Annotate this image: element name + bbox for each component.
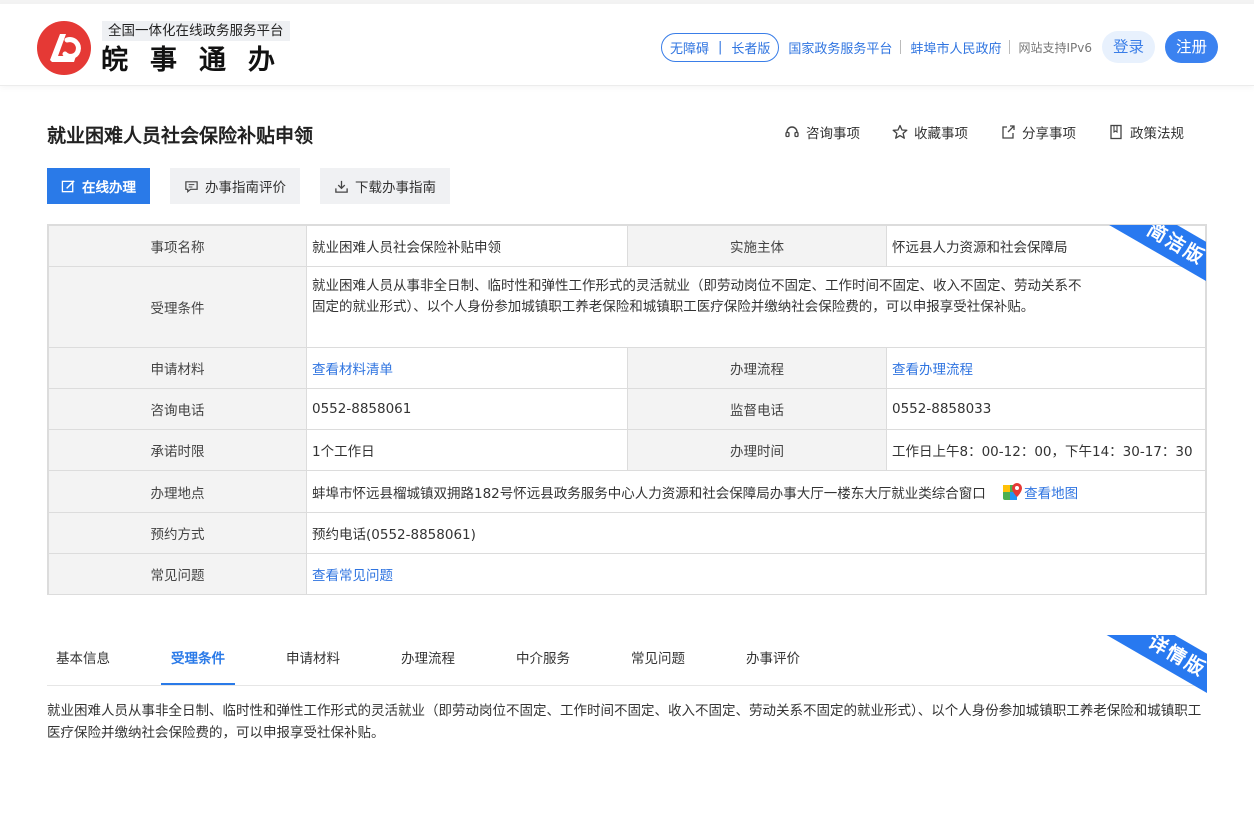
share-icon	[1002, 125, 1015, 139]
site-header: 全国一体化在线政务服务平台 皖事通办 无障碍 | 长者版 国家政务服务平台 蚌埠…	[0, 4, 1254, 86]
concise-ribbon-label: 简洁版	[1086, 225, 1206, 287]
supervise-value: 0552-8858033	[886, 388, 1206, 430]
platform-subtitle: 全国一体化在线政务服务平台	[102, 21, 290, 41]
detail-ribbon-label: 详情版	[1087, 635, 1207, 697]
phone-label: 咨询电话	[48, 388, 307, 430]
materials-link[interactable]: 查看材料清单	[306, 347, 628, 389]
hours-label: 办理时间	[627, 429, 887, 471]
address-label: 办理地点	[48, 470, 307, 513]
table-row: 承诺时限 1个工作日 办理时间 工作日上午8：00-12：00，下午14：30-…	[48, 429, 1206, 471]
tab-materials[interactable]: 申请材料	[286, 640, 340, 685]
table-row: 受理条件 就业困难人员从事非全日制、临时性和弹性工作形式的灵活就业（即劳动岗位不…	[48, 266, 1206, 348]
login-button[interactable]: 登录	[1101, 31, 1155, 63]
item-name-label: 事项名称	[48, 225, 307, 267]
table-row: 办理地点 蚌埠市怀远县榴城镇双拥路182号怀远县政务服务中心人力资源和社会保障局…	[48, 470, 1206, 513]
promise-value: 1个工作日	[306, 429, 628, 471]
detail-tabs: 基本信息 受理条件 申请材料 办理流程 中介服务 常见问题 办事评价 详情版	[47, 635, 1207, 697]
materials-label: 申请材料	[48, 347, 307, 389]
phone-value: 0552-8858061	[306, 388, 628, 430]
tab-faq[interactable]: 常见问题	[631, 640, 685, 685]
address-value: 蚌埠市怀远县榴城镇双拥路182号怀远县政务服务中心人力资源和社会保障局办事大厅一…	[312, 485, 986, 502]
favorite-label: 收藏事项	[914, 126, 968, 142]
tab-conditions[interactable]: 受理条件	[161, 640, 235, 685]
elder-mode-link[interactable]: 长者版	[731, 38, 770, 57]
booking-value: 预约电话(0552-8858061)	[306, 512, 1206, 554]
headset-icon	[785, 126, 799, 138]
table-row: 咨询电话 0552-8858061 监督电话 0552-8858033	[48, 388, 1206, 430]
faq-link[interactable]: 查看常见问题	[306, 553, 1206, 594]
tab-evaluation[interactable]: 办事评价	[746, 640, 800, 685]
concise-ribbon: 简洁版	[1086, 225, 1206, 287]
supervise-label: 监督电话	[627, 388, 887, 430]
download-guide-button[interactable]: 下载办事指南	[320, 168, 450, 204]
process-link[interactable]: 查看办理流程	[886, 347, 1206, 389]
national-platform-link[interactable]: 国家政务服务平台	[788, 38, 892, 57]
divider	[900, 40, 902, 54]
policy-label: 政策法规	[1130, 126, 1184, 142]
star-icon	[892, 124, 908, 139]
header-right: 无障碍 | 长者版 国家政务服务平台 蚌埠市人民政府 网站支持IPv6 登录 注…	[661, 28, 1218, 66]
consult-button[interactable]: 咨询事项	[784, 122, 860, 142]
book-icon	[1110, 124, 1122, 140]
table-row: 事项名称 就业困难人员社会保险补贴申领 实施主体 怀远县人力资源和社会保障局	[48, 225, 1206, 267]
city-government-link[interactable]: 蚌埠市人民政府	[910, 38, 1001, 57]
share-button[interactable]: 分享事项	[1000, 122, 1076, 142]
title-actions: 咨询事项 收藏事项 分享事项 政策法规	[784, 122, 1184, 142]
ipv6-badge: 网站支持IPv6	[1018, 40, 1092, 55]
action-bar: 在线办理 办事指南评价 下载办事指南	[47, 168, 450, 204]
online-apply-button[interactable]: 在线办理	[47, 168, 150, 204]
conditions-label: 受理条件	[48, 266, 307, 348]
tab-basic-info[interactable]: 基本信息	[56, 640, 110, 685]
table-row: 常见问题 查看常见问题	[48, 553, 1206, 594]
tab-process[interactable]: 办理流程	[401, 640, 455, 685]
info-table: 事项名称 就业困难人员社会保险补贴申领 实施主体 怀远县人力资源和社会保障局 受…	[47, 224, 1207, 595]
favorite-button[interactable]: 收藏事项	[892, 122, 968, 142]
authority-label: 实施主体	[627, 225, 887, 267]
address-cell: 蚌埠市怀远县榴城镇双拥路182号怀远县政务服务中心人力资源和社会保障局办事大厅一…	[306, 470, 1206, 513]
view-map-link[interactable]: 查看地图	[1024, 486, 1078, 502]
item-name-value: 就业困难人员社会保险补贴申领	[306, 225, 628, 267]
map-pin-icon[interactable]	[1002, 482, 1024, 502]
barrier-free-link[interactable]: 无障碍	[670, 38, 709, 57]
download-icon	[335, 180, 348, 193]
table-row: 预约方式 预约电话(0552-8858061)	[48, 512, 1206, 554]
consult-label: 咨询事项	[806, 126, 860, 142]
faq-label: 常见问题	[48, 553, 307, 594]
booking-label: 预约方式	[48, 512, 307, 554]
policy-button[interactable]: 政策法规	[1108, 122, 1184, 142]
register-button[interactable]: 注册	[1164, 31, 1218, 63]
divider	[1009, 40, 1011, 54]
share-label: 分享事项	[1022, 126, 1076, 142]
tab-agency[interactable]: 中介服务	[516, 640, 570, 685]
conditions-value: 就业困难人员从事非全日制、临时性和弹性工作形式的灵活就业（即劳动岗位不固定、工作…	[306, 266, 1206, 348]
download-guide-label: 下载办事指南	[355, 180, 436, 196]
comment-icon	[185, 180, 198, 193]
online-apply-label: 在线办理	[82, 180, 136, 196]
accessibility-pill: 无障碍 | 长者版	[661, 32, 780, 62]
brand-name[interactable]: 皖事通办	[101, 44, 297, 78]
promise-label: 承诺时限	[48, 429, 307, 471]
detail-ribbon: 详情版	[1087, 635, 1207, 697]
process-label: 办理流程	[627, 347, 887, 389]
hours-value: 工作日上午8：00-12：00，下午14：30-17：30	[886, 429, 1206, 471]
guide-review-label: 办事指南评价	[205, 180, 286, 196]
table-row: 申请材料 查看材料清单 办理流程 查看办理流程	[48, 347, 1206, 389]
guide-review-button[interactable]: 办事指南评价	[170, 168, 300, 204]
pill-divider: |	[718, 39, 723, 55]
edit-icon	[61, 179, 75, 192]
logo-icon[interactable]	[36, 20, 92, 76]
tab-content: 就业困难人员从事非全日制、临时性和弹性工作形式的灵活就业（即劳动岗位不固定、工作…	[47, 703, 1202, 741]
page-title: 就业困难人员社会保险补贴申领	[47, 125, 314, 147]
